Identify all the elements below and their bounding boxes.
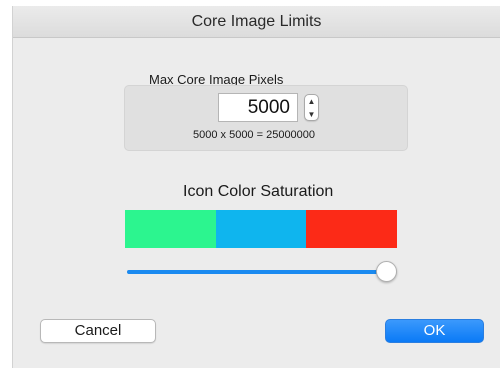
cancel-button[interactable]: Cancel	[40, 319, 156, 343]
max-pixels-input[interactable]	[218, 93, 298, 122]
stepper-down-icon[interactable]: ▼	[305, 108, 318, 121]
slider-knob[interactable]	[376, 261, 397, 282]
stepper-up-icon[interactable]: ▲	[305, 95, 318, 108]
swatch-red	[306, 210, 398, 248]
ok-button[interactable]: OK	[385, 319, 484, 343]
saturation-slider[interactable]	[127, 261, 397, 283]
color-swatches	[125, 210, 398, 248]
swatch-green	[125, 210, 216, 248]
swatch-blue	[215, 210, 307, 248]
saturation-label: Icon Color Saturation	[183, 183, 334, 200]
title-bar[interactable]: Core Image Limits	[13, 6, 500, 38]
max-pixels-stepper[interactable]: ▲ ▼	[304, 94, 319, 121]
dialog-window: Core Image Limits Max Core Image Pixels …	[12, 6, 500, 368]
pixel-calculation-text: 5000 x 5000 = 25000000	[193, 129, 316, 141]
window-title: Core Image Limits	[191, 13, 322, 30]
slider-fill	[127, 270, 386, 274]
